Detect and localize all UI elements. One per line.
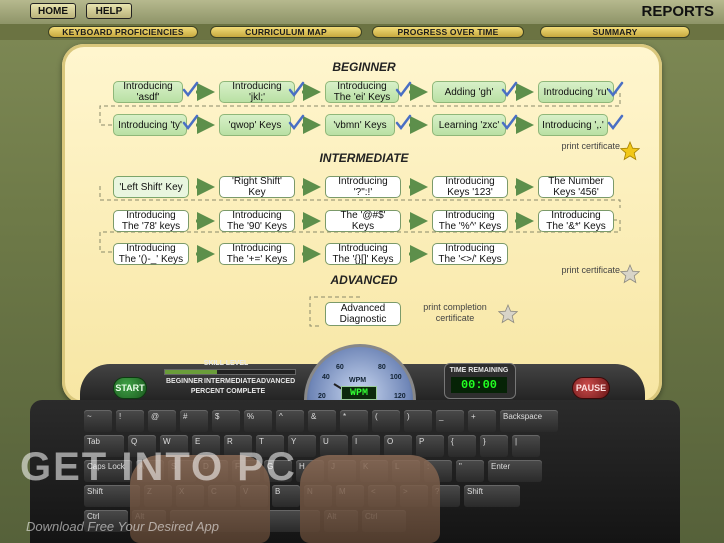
lesson-keys-78[interactable]: Introducing The '78' keys [113,210,189,232]
lesson-right-shift[interactable]: 'Right Shift' Key [219,176,295,198]
gauge-tick: 80 [378,364,386,371]
key[interactable]: " [456,460,484,482]
key[interactable]: ( [372,410,400,432]
lesson-keys-percent-caret[interactable]: Introducing The '%^' Keys [432,210,508,232]
checkmark-icon [395,114,412,131]
lesson-left-shift[interactable]: 'Left Shift' Key [113,176,189,198]
level-beginner: BEGINNER [166,378,203,385]
checkmark-icon [501,114,518,131]
key[interactable]: % [244,410,272,432]
key[interactable]: @ [148,410,176,432]
lesson-keys-123[interactable]: Introducing Keys '123' [432,176,508,198]
time-remaining-label: TIME REMAINING [449,367,509,374]
print-certificate-intermediate[interactable]: print certificate [540,265,620,276]
key[interactable]: + [468,410,496,432]
key[interactable]: Shift [464,485,520,507]
level-intermediate: INTERMEDIATE [204,378,256,385]
gauge-tick: 20 [318,393,326,400]
gauge-tick: 100 [390,374,402,381]
lesson-keys-plus-equals[interactable]: Introducing The '+=' Keys [219,243,295,265]
time-remaining-readout: 00:00 [451,377,507,393]
key[interactable]: | [512,435,540,457]
key[interactable]: _ [436,410,464,432]
right-hand-image [300,455,440,543]
checkmark-icon [288,114,305,131]
level-advanced: ADVANCED [256,378,296,385]
key[interactable]: } [480,435,508,457]
key[interactable]: & [308,410,336,432]
key[interactable]: P [416,435,444,457]
star-icon-gold[interactable] [620,141,640,161]
key[interactable]: # [180,410,208,432]
lesson-keys-angle-slash[interactable]: Introducing The '<>/' Keys [432,243,508,265]
wpm-label: WPM [349,377,367,384]
watermark-subtext: Download Free Your Desired App [26,519,219,534]
print-completion-certificate[interactable]: print completion certificate [415,302,495,324]
watermark-text: GET INTO PC [20,445,297,489]
lesson-keys-90[interactable]: Introducing The '90' Keys [219,210,295,232]
lesson-keys-braces[interactable]: Introducing The '{}[]' Keys [325,243,401,265]
key[interactable]: { [448,435,476,457]
print-certificate-beginner[interactable]: print certificate [540,141,620,152]
key[interactable]: ~ [84,410,112,432]
lesson-intro-punctuation[interactable]: Introducing '?":!' [325,176,401,198]
key[interactable]: Backspace [500,410,558,432]
lesson-advanced-diagnostic[interactable]: Advanced Diagnostic [325,302,401,326]
lesson-keys-parens-dash[interactable]: Introducing The '()-_' Keys [113,243,189,265]
gauge-tick: 120 [394,393,406,400]
lesson-keys-amp-star[interactable]: Introducing The '&*' Keys [538,210,614,232]
key[interactable]: Enter [488,460,542,482]
gauge-tick: 60 [336,364,344,371]
checkmark-icon [607,81,624,98]
checkmark-icon [607,114,624,131]
lesson-keys-at-hash-dollar[interactable]: The '@#$' Keys [325,210,401,232]
lesson-keys-456[interactable]: The Number Keys '456' [538,176,614,198]
key[interactable]: ) [404,410,432,432]
percent-complete-label: PERCENT COMPLETE [190,388,266,395]
skill-level-label: SKILL LEVEL [203,360,249,367]
key[interactable]: ! [116,410,144,432]
key[interactable]: $ [212,410,240,432]
skill-level-bar [164,369,296,375]
checkmark-icon [395,81,412,98]
checkmark-icon [182,81,199,98]
key[interactable]: O [384,435,412,457]
checkmark-icon [288,81,305,98]
wpm-readout: WPM [341,386,377,400]
star-icon-gray[interactable] [498,304,518,324]
gauge-tick: 40 [322,374,330,381]
star-icon-gray[interactable] [620,264,640,284]
checkmark-icon [501,81,518,98]
checkmark-icon [182,114,199,131]
skill-level-fill [165,370,217,374]
key[interactable]: I [352,435,380,457]
start-button[interactable]: START [113,377,147,399]
key[interactable]: U [320,435,348,457]
key[interactable]: * [340,410,368,432]
pause-button[interactable]: PAUSE [572,377,610,399]
key[interactable]: ^ [276,410,304,432]
